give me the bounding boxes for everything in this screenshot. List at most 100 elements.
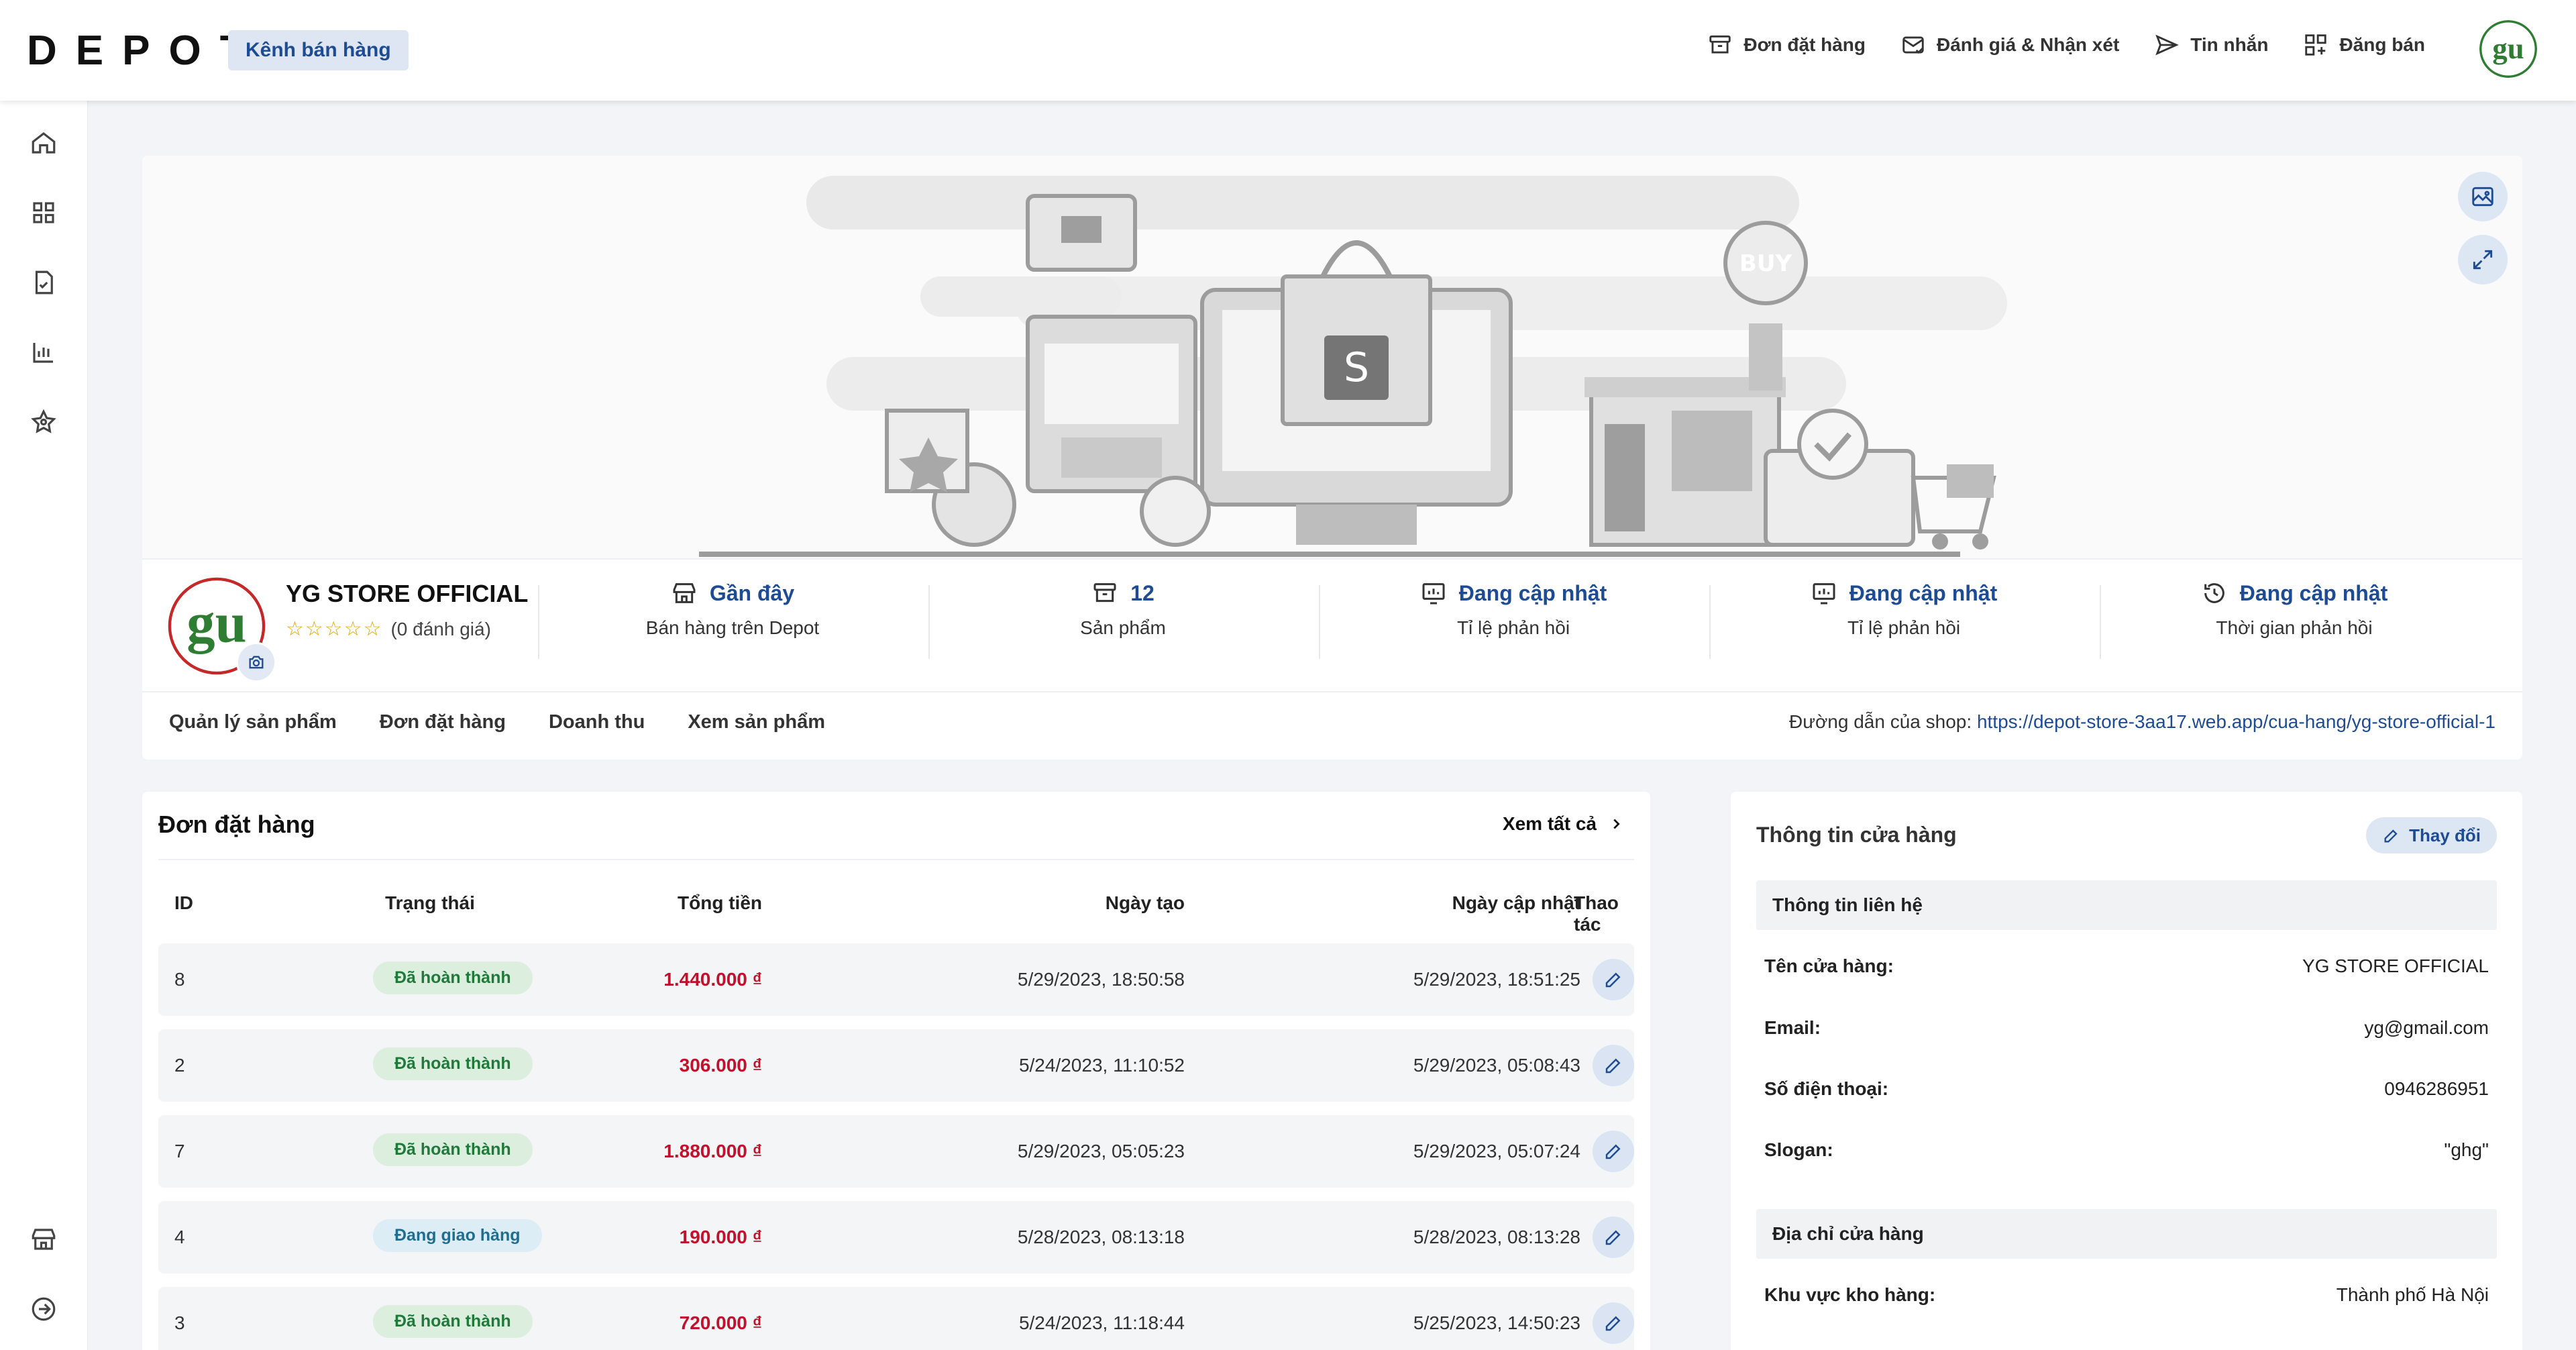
order-id: 3 [174, 1312, 185, 1333]
orders-divider [158, 859, 1634, 860]
order-created: 5/24/2023, 11:18:44 [1018, 1312, 1185, 1333]
order-updated: 5/29/2023, 18:51:25 [1413, 969, 1580, 990]
info-value: 0946286951 [2384, 1078, 2489, 1099]
banner-divider [142, 558, 2522, 560]
status-cell: Đã hoàn thành [373, 1133, 533, 1166]
order-total: 1.440.000 ₫ [663, 969, 762, 990]
stat-response-time: Đang cập nhật Thời gian phản hồi [2100, 580, 2489, 639]
sidebar [0, 101, 88, 1350]
tab-revenue[interactable]: Doanh thu [549, 711, 645, 733]
shop-banner: S BUY [142, 156, 2522, 558]
svg-text:BUY: BUY [1739, 250, 1792, 277]
stat-value: Đang cập nhật [1849, 580, 1998, 605]
change-info-button[interactable]: Thay đổi [2366, 817, 2497, 853]
rating-count: (0 đánh giá) [390, 618, 491, 639]
orders-card: Đơn đặt hàng Xem tất cả ID Trạng thái Tổ… [142, 792, 1650, 1350]
tab-orders[interactable]: Đơn đặt hàng [380, 711, 506, 733]
status-badge: Đã hoàn thành [373, 1047, 533, 1080]
stat-response-rate-2: Đang cập nhật Tỉ lệ phản hồi [1709, 580, 2098, 639]
edit-icon [2384, 829, 2398, 843]
table-row: 4 Đang giao hàng 190.000 ₫ 5/28/2023, 08:13… [158, 1201, 1634, 1274]
table-row: 3 Đã hoàn thành 720.000 ₫ 5/24/2023, 11:18:… [158, 1287, 1634, 1350]
see-all-label: Xem tất cả [1502, 813, 1597, 834]
status-badge: Đang giao hàng [373, 1219, 542, 1252]
store-icon[interactable] [30, 1225, 58, 1253]
banner-illustration: S BUY [699, 176, 2007, 557]
stat-value: Đang cập nhật [1458, 580, 1607, 605]
archive-icon [1709, 35, 1731, 54]
nav-reviews-label: Đánh giá & Nhận xét [1937, 34, 2120, 55]
edit-order-button[interactable] [1593, 959, 1634, 1000]
edit-order-button[interactable] [1593, 1302, 1634, 1344]
col-updated: Ngày cập nhật [1452, 892, 1580, 913]
pencil-icon [1605, 1230, 1621, 1245]
channel-badge: Kênh bán hàng [228, 30, 409, 70]
rating-stars: ☆☆☆☆☆ [286, 618, 383, 640]
edit-order-button[interactable] [1593, 1045, 1634, 1086]
order-id: 4 [174, 1227, 185, 1247]
col-id: ID [174, 892, 193, 913]
shop-link-label: Đường dẫn của shop: [1788, 711, 1977, 732]
order-id: 2 [174, 1055, 185, 1076]
table-row: 2 Đã hoàn thành 306.000 ₫ 5/24/2023, 11:10:… [158, 1029, 1634, 1102]
stat-value: Đang cập nhật [2239, 580, 2388, 605]
change-avatar-button[interactable] [236, 642, 276, 682]
order-total: 1.880.000 ₫ [663, 1141, 762, 1161]
nav-messages[interactable]: Tin nhắn [2154, 32, 2268, 58]
order-total: 190.000 ₫ [679, 1227, 762, 1247]
nav-sell[interactable]: Đăng bán [2303, 32, 2425, 58]
order-total: 306.000 ₫ [679, 1055, 762, 1076]
orders-table-header: ID Trạng thái Tổng tiền Ngày tạo Ngày cậ… [158, 892, 1634, 935]
user-avatar[interactable]: gu [2479, 20, 2537, 78]
star-icon[interactable] [30, 408, 58, 436]
svg-text:gu: gu [2492, 32, 2524, 65]
nav-orders[interactable]: Đơn đặt hàng [1707, 32, 1866, 58]
shop-link: Đường dẫn của shop: https://depot-store-… [1789, 711, 2496, 733]
shop-name: YG STORE OFFICIAL [286, 580, 529, 607]
image-edit-icon [2472, 187, 2493, 207]
nav-reviews[interactable]: Đánh giá & Nhận xét [1900, 32, 2119, 58]
stat-products: 12 Sản phẩm [928, 580, 1318, 639]
tab-product-management[interactable]: Quản lý sản phẩm [169, 711, 337, 733]
change-banner-button[interactable] [2458, 172, 2508, 221]
order-updated: 5/29/2023, 05:07:24 [1413, 1141, 1580, 1161]
status-cell: Đã hoàn thành [373, 1047, 533, 1080]
address-section-header: Địa chỉ cửa hàng [1756, 1209, 2497, 1259]
top-nav: Đơn đặt hàng Đánh giá & Nhận xét Tin nhắ… [1707, 32, 2425, 58]
order-updated: 5/28/2023, 08:13:28 [1413, 1227, 1580, 1247]
stat-value: 12 [1130, 580, 1155, 605]
edit-order-button[interactable] [1593, 1216, 1634, 1258]
pencil-icon [1605, 1316, 1621, 1331]
pencil-icon [1605, 1058, 1621, 1074]
edit-order-button[interactable] [1593, 1131, 1634, 1172]
info-key: Slogan: [1764, 1139, 1833, 1160]
history-icon [2204, 583, 2224, 603]
order-total: 720.000 ₫ [679, 1312, 762, 1333]
dashboard-grid-icon[interactable] [30, 199, 58, 227]
see-all-link[interactable]: Xem tất cả [1503, 813, 1623, 835]
order-id: 7 [174, 1141, 185, 1161]
shop-link-url[interactable]: https://depot-store-3aa17.web.app/cua-ha… [1977, 711, 2496, 732]
bar-chart-icon[interactable] [30, 338, 58, 366]
svg-text:gu: gu [186, 592, 246, 654]
stats-divider [142, 691, 2522, 692]
tab-view-products[interactable]: Xem sản phẩm [688, 711, 825, 733]
expand-banner-button[interactable] [2458, 235, 2508, 284]
home-icon[interactable] [30, 129, 58, 157]
nav-sell-label: Đăng bán [2339, 34, 2425, 55]
order-updated: 5/25/2023, 14:50:23 [1413, 1312, 1580, 1333]
expand-icon [2473, 250, 2493, 270]
logout-icon[interactable] [30, 1295, 58, 1323]
status-badge: Đã hoàn thành [373, 962, 533, 994]
box-icon [1093, 583, 1116, 603]
stat-label: Tỉ lệ phản hồi [1847, 617, 1961, 638]
document-check-icon[interactable] [30, 268, 58, 297]
status-cell: Đã hoàn thành [373, 1305, 533, 1338]
pencil-icon [1605, 1144, 1621, 1159]
info-key: Email: [1764, 1017, 1821, 1038]
chevron-right-icon [1613, 819, 1620, 829]
shop-tabs: Quản lý sản phẩm Đơn đặt hàng Doanh thu … [169, 711, 825, 733]
stat-value: Gần đây [709, 580, 795, 605]
col-actions: Thao tác [1574, 892, 1619, 935]
send-icon [2155, 34, 2180, 56]
